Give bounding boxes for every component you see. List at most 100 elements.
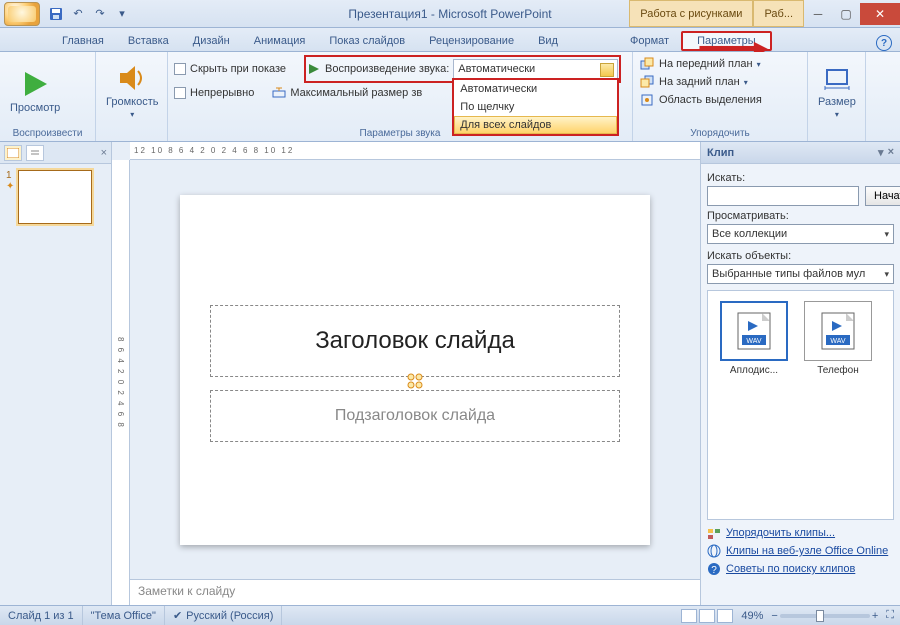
front-icon	[639, 56, 655, 72]
globe-icon	[707, 544, 721, 558]
context-tab-group: Работа с рисунками Раб...	[629, 0, 804, 27]
ribbon-group-sound-options: Скрыть при показе Воспроизведение звука:…	[168, 52, 633, 141]
fit-view-button[interactable]: ⛶	[886, 609, 894, 622]
outline-tab-icon[interactable]	[26, 145, 44, 161]
svg-text:WAV: WAV	[830, 338, 845, 345]
search-button[interactable]: Начать	[865, 186, 900, 206]
slides-tab-icon[interactable]	[4, 145, 22, 161]
volume-label: Громкость	[106, 96, 158, 108]
office-online-link[interactable]: Клипы на веб-узле Office Online	[707, 542, 894, 560]
tab-parameters[interactable]: Параметры	[681, 31, 772, 51]
help-icon[interactable]: ?	[876, 35, 892, 51]
search-input[interactable]	[707, 186, 859, 206]
clip-links: Упорядочить клипы... Клипы на веб-узле O…	[707, 520, 894, 582]
status-bar: Слайд 1 из 1 "Тема Office" ✔Русский (Рос…	[0, 605, 900, 625]
status-language[interactable]: ✔Русский (Россия)	[165, 606, 283, 625]
window-controls: ─ ▢ ✕	[804, 3, 900, 25]
undo-icon[interactable]: ↶	[70, 6, 86, 22]
clip-result-applause[interactable]: WAV Аплодис...	[718, 301, 790, 376]
context-tab-other[interactable]: Раб...	[753, 0, 804, 27]
play-sound-combo[interactable]: Автоматически Автоматически По щелчку Дл…	[453, 59, 618, 79]
group-label-play: Воспроизвести	[6, 126, 89, 141]
clip-name: Телефон	[817, 365, 858, 376]
close-pane-icon[interactable]: ×	[101, 147, 107, 159]
qat-dropdown-icon[interactable]: ▾	[114, 6, 130, 22]
bring-front-button[interactable]: На передний план▾	[639, 55, 761, 73]
close-button[interactable]: ✕	[860, 3, 900, 25]
types-select[interactable]: Выбранные типы файлов мул	[707, 264, 894, 284]
tab-design[interactable]: Дизайн	[181, 31, 242, 51]
thumb-pane-tabs: ×	[0, 142, 111, 164]
hide-checkbox[interactable]: Скрыть при показе	[174, 62, 286, 76]
ribbon-group-play: Просмотр Воспроизвести	[0, 52, 96, 141]
combo-selected[interactable]: Автоматически	[453, 59, 618, 79]
maximize-button[interactable]: ▢	[832, 3, 860, 25]
tab-review[interactable]: Рецензирование	[417, 31, 526, 51]
notes-pane[interactable]: Заметки к слайду	[130, 579, 700, 605]
organize-clips-link[interactable]: Упорядочить клипы...	[707, 524, 894, 542]
send-back-button[interactable]: На задний план▾	[639, 73, 748, 91]
save-icon[interactable]	[48, 6, 64, 22]
ribbon-tabs: Главная Вставка Дизайн Анимация Показ сл…	[0, 28, 900, 52]
tab-insert[interactable]: Вставка	[116, 31, 181, 51]
tab-view[interactable]: Вид	[526, 31, 570, 51]
volume-button[interactable]: Громкость ▾	[102, 60, 162, 121]
zoom-slider[interactable]	[780, 614, 870, 618]
group-label-size	[814, 126, 859, 141]
preview-button[interactable]: Просмотр	[6, 66, 64, 116]
combo-option-auto[interactable]: Автоматически	[454, 80, 617, 98]
status-theme: "Тема Office"	[83, 606, 165, 625]
sorter-view-button[interactable]	[699, 609, 715, 623]
combo-dropdown: Автоматически По щелчку Для всех слайдов	[452, 78, 619, 136]
normal-view-button[interactable]	[681, 609, 697, 623]
sound-object-icon[interactable]	[405, 371, 425, 391]
slide-thumbnail-1[interactable]: 1✦	[0, 164, 111, 230]
thumb-number: 1	[6, 170, 14, 181]
slide-thumbnails-pane: × 1✦	[0, 142, 112, 605]
pane-close-icon[interactable]: ×	[888, 146, 894, 159]
zoom-out-button[interactable]: −	[771, 610, 777, 622]
slide-canvas[interactable]: Заголовок слайда Подзаголовок слайда	[130, 160, 700, 579]
organize-icon	[707, 526, 721, 540]
tab-format[interactable]: Формат	[618, 31, 681, 51]
selection-pane-button[interactable]: Область выделения	[639, 91, 762, 109]
zoom-in-button[interactable]: +	[872, 610, 878, 622]
office-button[interactable]	[4, 2, 40, 26]
max-size-label: Максимальный размер зв	[290, 87, 422, 99]
browse-select[interactable]: Все коллекции	[707, 224, 894, 244]
size-button[interactable]: Размер ▾	[814, 60, 860, 121]
search-label: Искать:	[707, 172, 894, 184]
subtitle-placeholder[interactable]: Подзаголовок слайда	[210, 390, 620, 442]
tab-home[interactable]: Главная	[50, 31, 116, 51]
wav-file-icon: WAV	[736, 311, 772, 351]
play-icon	[19, 68, 51, 100]
horizontal-ruler: 12 10 8 6 4 2 0 2 4 6 8 10 12	[130, 142, 700, 160]
speaker-icon	[116, 62, 148, 94]
highlight-box-combo: Воспроизведение звука: Автоматически Авт…	[304, 55, 621, 83]
clipart-pane: Клип ▾× Искать: Начать Просматривать: Вс…	[700, 142, 900, 605]
tab-animation[interactable]: Анимация	[242, 31, 318, 51]
loop-checkbox[interactable]: Непрерывно	[174, 86, 254, 100]
search-tips-link[interactable]: ?Советы по поиску клипов	[707, 560, 894, 578]
redo-icon[interactable]: ↷	[92, 6, 108, 22]
group-label-volume	[102, 126, 161, 141]
minimize-button[interactable]: ─	[804, 3, 832, 25]
slideshow-view-button[interactable]	[717, 609, 733, 623]
group-label-arrange: Упорядочить	[639, 126, 801, 141]
title-placeholder[interactable]: Заголовок слайда	[210, 305, 620, 377]
ribbon-group-arrange: На передний план▾ На задний план▾ Област…	[633, 52, 808, 141]
context-tab-picture[interactable]: Работа с рисунками	[629, 0, 753, 27]
back-icon	[639, 74, 655, 90]
svg-text:WAV: WAV	[746, 338, 761, 345]
clip-result-phone[interactable]: WAV Телефон	[802, 301, 874, 376]
zoom-value: 49%	[741, 610, 763, 622]
clip-name: Аплодис...	[730, 365, 778, 376]
browse-label: Просматривать:	[707, 210, 894, 222]
combo-option-click[interactable]: По щелчку	[454, 98, 617, 116]
wav-file-icon: WAV	[820, 311, 856, 351]
title-bar: ↶ ↷ ▾ Презентация1 - Microsoft PowerPoin…	[0, 0, 900, 28]
combo-option-allslides[interactable]: Для всех слайдов	[454, 116, 617, 134]
tab-slideshow[interactable]: Показ слайдов	[317, 31, 417, 51]
pane-dropdown-icon[interactable]: ▾	[878, 146, 884, 159]
play-sound-label: Воспроизведение звука:	[325, 63, 449, 75]
